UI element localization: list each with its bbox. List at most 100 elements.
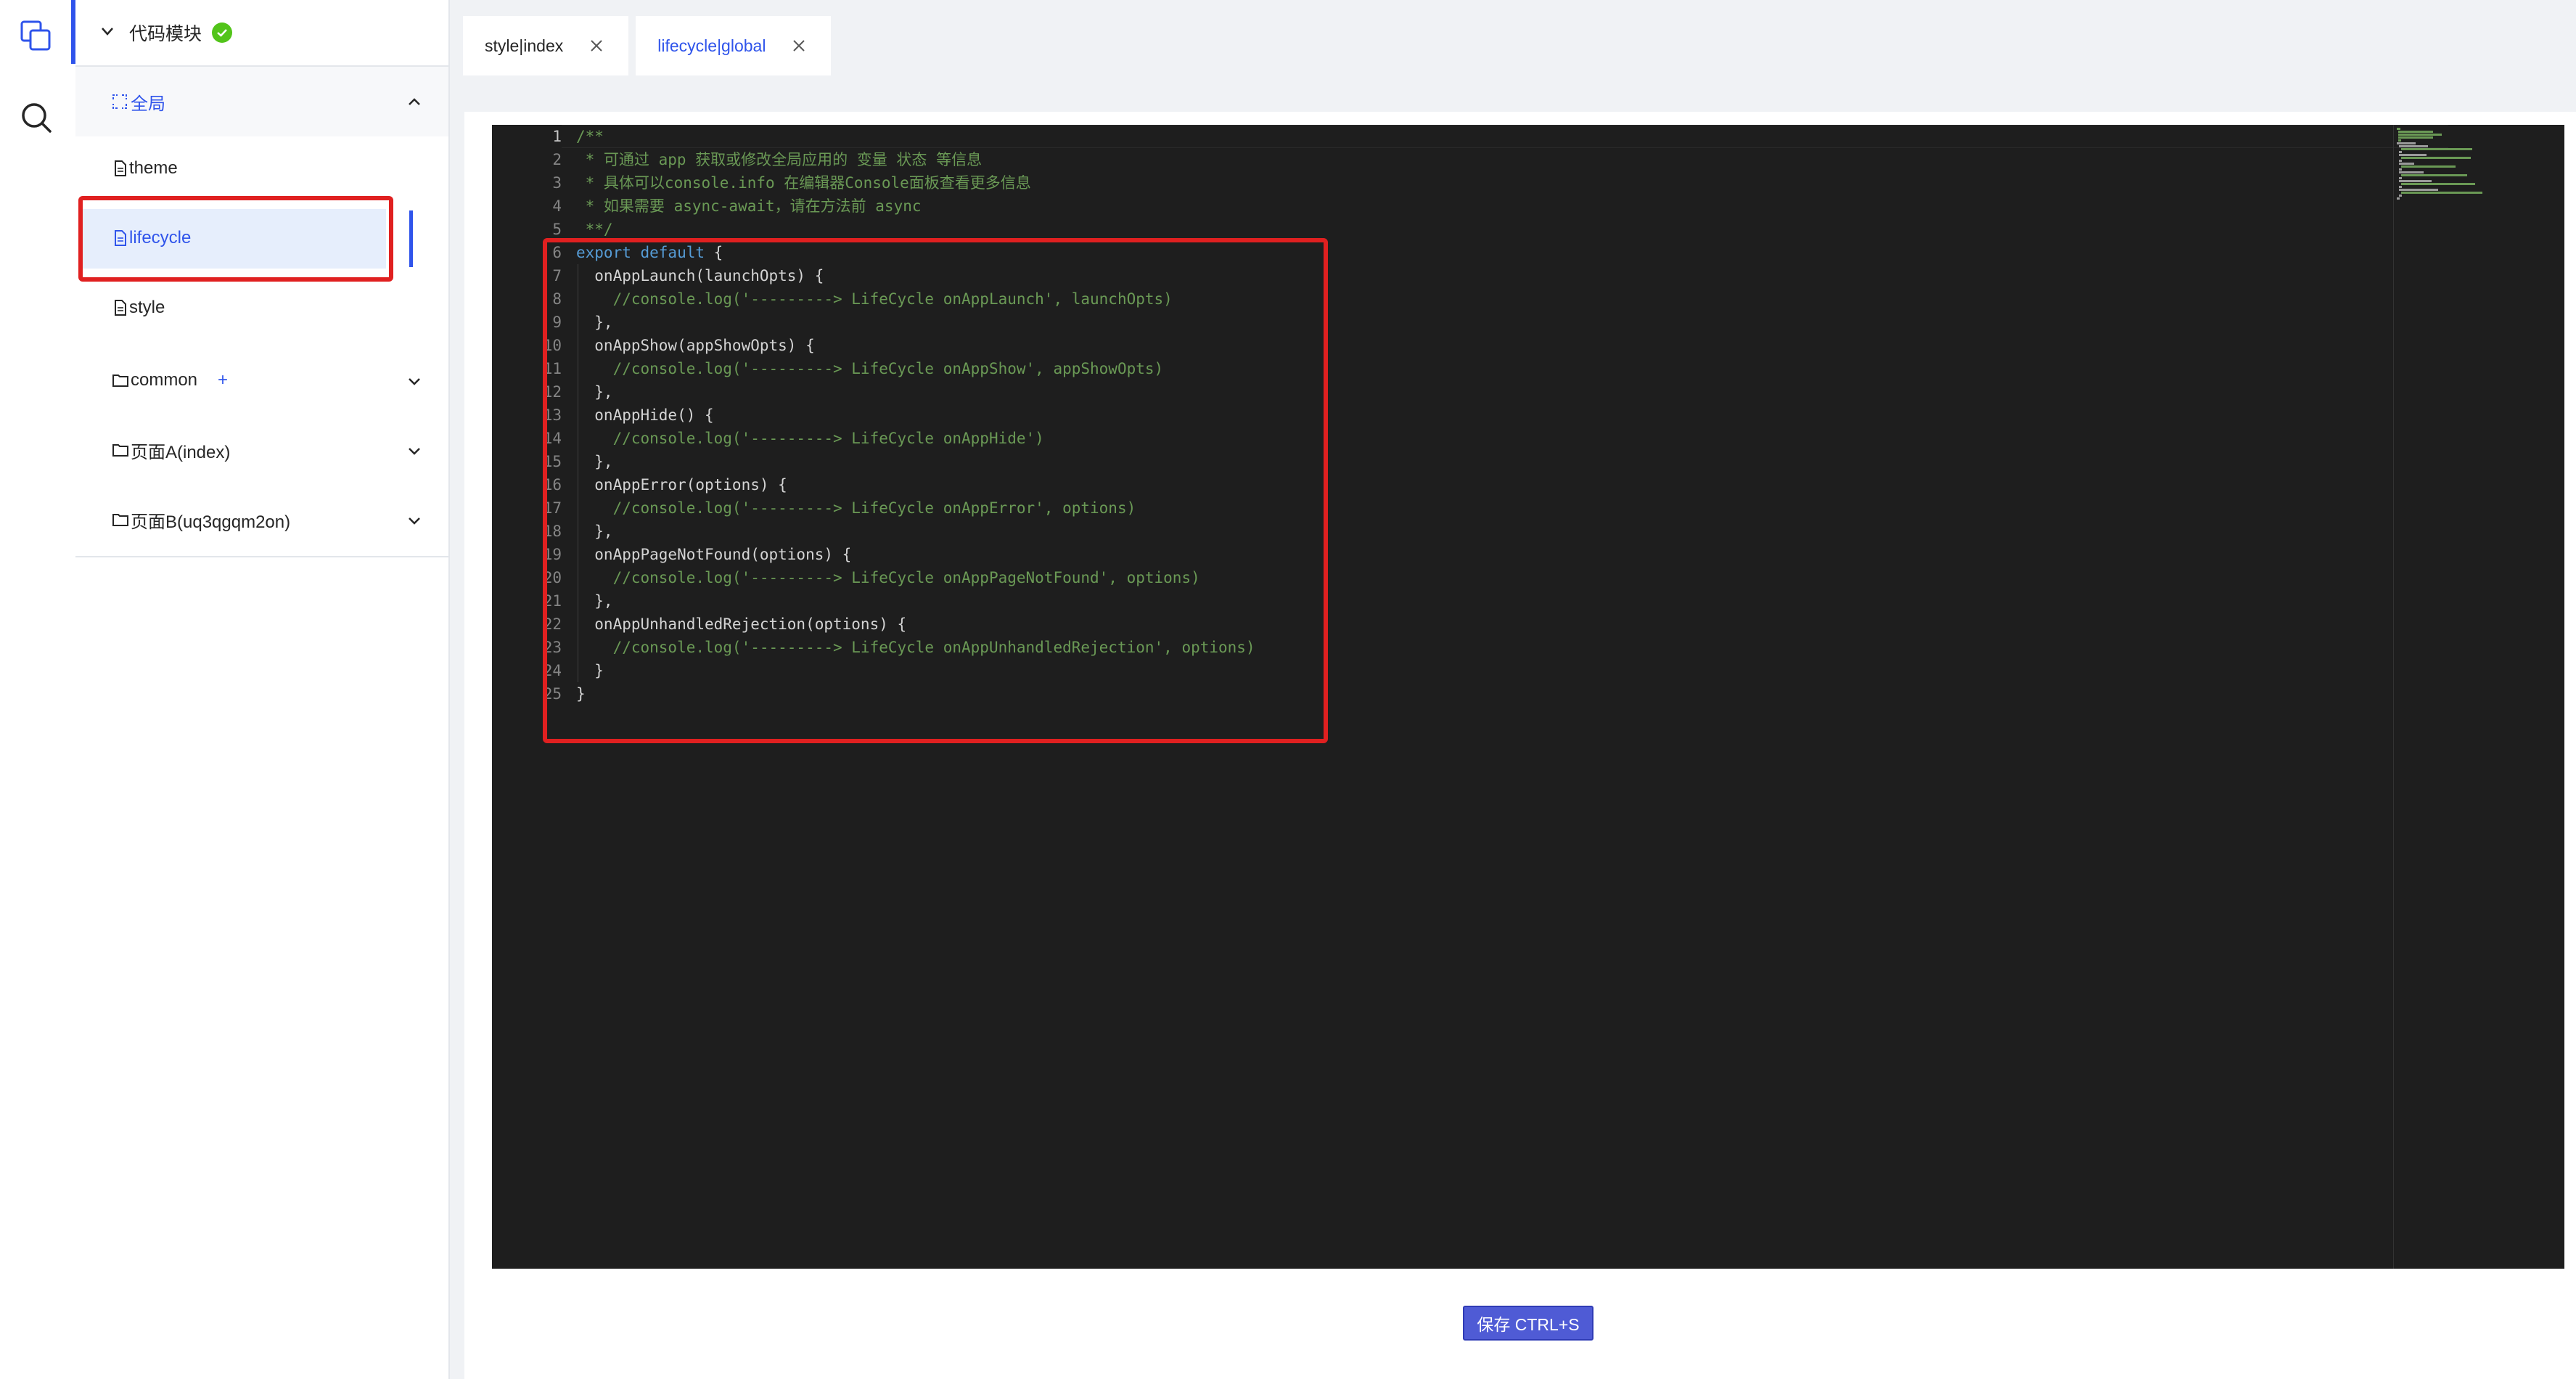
code-line: }, — [576, 314, 613, 331]
tab-lifecycle-global[interactable]: lifecycle|global — [636, 16, 832, 75]
line-number: 8 — [552, 290, 562, 308]
add-file-button[interactable]: + — [218, 370, 228, 390]
tab-style-index[interactable]: style|index — [463, 16, 629, 75]
minimap-line — [2399, 171, 2424, 173]
code-line: //console.log('---------> LifeCycle onAp… — [576, 499, 1136, 517]
editor-tabs: style|index lifecycle|global — [463, 16, 832, 75]
code-line: onAppHide() { — [576, 406, 714, 424]
line-number: 17 — [543, 499, 562, 517]
minimap-line — [2397, 131, 2433, 133]
code-line: //console.log('---------> LifeCycle onAp… — [576, 360, 1164, 377]
line-number: 13 — [543, 406, 562, 424]
code-line: }, — [576, 383, 613, 401]
tree-file-text: lifecycle — [129, 228, 192, 247]
tree-file-style[interactable]: style — [75, 273, 448, 343]
file-icon — [115, 230, 126, 246]
minimap-line — [2399, 163, 2414, 165]
minimap-line — [2399, 177, 2402, 179]
code-line: } — [576, 685, 586, 703]
chevron-up-icon[interactable] — [406, 94, 422, 114]
copy-icon[interactable] — [0, 0, 73, 73]
line-number: 19 — [543, 546, 562, 563]
tree-file-text: style — [129, 298, 165, 317]
tree-folder-common[interactable]: common + — [75, 345, 448, 415]
tree-folder-label: common + — [112, 370, 228, 390]
code-editor[interactable]: 1 2 3 4 5 6 7 8 9 10 11 12 13 14 15 16 17 18 19 20 21 22 23 24 2… — [492, 125, 2564, 1269]
minimap-line — [2399, 189, 2439, 191]
module-title: 代码模块 — [129, 24, 202, 44]
chevron-down-icon[interactable] — [99, 22, 116, 44]
line-number: 21 — [543, 592, 562, 610]
code-line: onAppError(options) { — [576, 476, 787, 494]
minimap-line — [2399, 180, 2432, 182]
active-file-indicator — [409, 210, 413, 267]
minimap-line — [2397, 142, 2416, 144]
editor-area: style|index lifecycle|global 1 2 3 4 5 6 7 8 9 10… — [448, 0, 2576, 1379]
editor-panel: 1 2 3 4 5 6 7 8 9 10 11 12 13 14 15 16 17 18 19 20 21 22 23 24 2… — [464, 112, 2576, 1379]
code-line: onAppUnhandledRejection(options) { — [576, 615, 907, 633]
tree-folder-label: 页面A(index) — [112, 438, 230, 463]
code-line: }, — [576, 523, 613, 540]
folder-icon — [112, 375, 128, 387]
code-line: } — [576, 662, 604, 679]
tree-file-label: style — [113, 298, 165, 318]
chevron-down-icon[interactable] — [406, 443, 422, 462]
line-number: 15 — [543, 453, 562, 470]
line-number: 22 — [543, 615, 562, 633]
tree-folder-page-b[interactable]: 页面B(uq3qgqm2on) — [75, 485, 448, 555]
minimap[interactable] — [2393, 125, 2564, 1269]
tree-group-global[interactable]: 全局 — [75, 67, 448, 136]
code-line: //console.log('---------> LifeCycle onAp… — [576, 569, 1200, 586]
code-line: * 可通过 app 获取或修改全局应用的 变量 状态 等信息 — [576, 151, 983, 168]
minimap-line — [2397, 139, 2402, 142]
tree-file-label: lifecycle — [113, 228, 191, 248]
code-line: //console.log('---------> LifeCycle onAp… — [576, 430, 1044, 447]
line-number: 16 — [543, 476, 562, 494]
minimap-line — [2401, 174, 2468, 176]
tree-folder-text: 页面A(index) — [131, 442, 231, 462]
file-tree: 代码模块 全局 theme lifecycle style common + 页… — [75, 0, 448, 557]
close-icon[interactable] — [589, 38, 604, 53]
tree-folder-page-a[interactable]: 页面A(index) — [75, 415, 448, 485]
tree-folder-text: common — [131, 370, 198, 390]
code-line: }, — [576, 592, 613, 610]
code-line: //console.log('---------> LifeCycle onAp… — [576, 290, 1173, 308]
code-line: **/ — [576, 221, 613, 238]
minimap-line — [2399, 145, 2428, 147]
line-number: 11 — [543, 360, 562, 377]
line-number: 4 — [552, 197, 562, 215]
minimap-line — [2399, 186, 2402, 188]
module-header[interactable]: 代码模块 — [75, 0, 448, 67]
tree-file-text: theme — [129, 158, 178, 178]
minimap-line — [2401, 157, 2471, 159]
file-icon — [115, 160, 126, 176]
tab-label: style|index — [485, 36, 564, 55]
line-number: 25 — [543, 685, 562, 703]
line-number: 6 — [552, 244, 562, 261]
minimap-line — [2399, 195, 2402, 197]
tree-group-text: 全局 — [131, 94, 165, 114]
tree-file-theme[interactable]: theme — [75, 134, 448, 203]
line-number: 1 — [552, 128, 562, 145]
code-line: onAppLaunch(launchOpts) { — [576, 267, 824, 285]
line-number: 3 — [552, 174, 562, 192]
line-number: 10 — [543, 337, 562, 354]
tree-file-label: theme — [113, 158, 178, 179]
activity-bar — [0, 0, 77, 1379]
minimap-line — [2401, 165, 2456, 168]
code-line: onAppPageNotFound(options) { — [576, 546, 852, 563]
minimap-line — [2401, 192, 2482, 194]
line-number: 18 — [543, 523, 562, 540]
code-line: onAppShow(appShowOpts) { — [576, 337, 815, 354]
search-icon[interactable] — [0, 81, 73, 154]
close-icon[interactable] — [792, 38, 806, 53]
current-line-highlight — [562, 125, 2448, 148]
minimap-line — [2397, 136, 2433, 139]
save-button[interactable]: 保存 CTRL+S — [1463, 1306, 1593, 1341]
tree-file-lifecycle[interactable]: lifecycle — [75, 203, 448, 273]
chevron-down-icon[interactable] — [406, 512, 422, 532]
chevron-down-icon[interactable] — [406, 373, 422, 393]
minimap-line — [2397, 197, 2400, 200]
minimap-line — [2399, 154, 2427, 156]
line-number: 23 — [543, 639, 562, 656]
